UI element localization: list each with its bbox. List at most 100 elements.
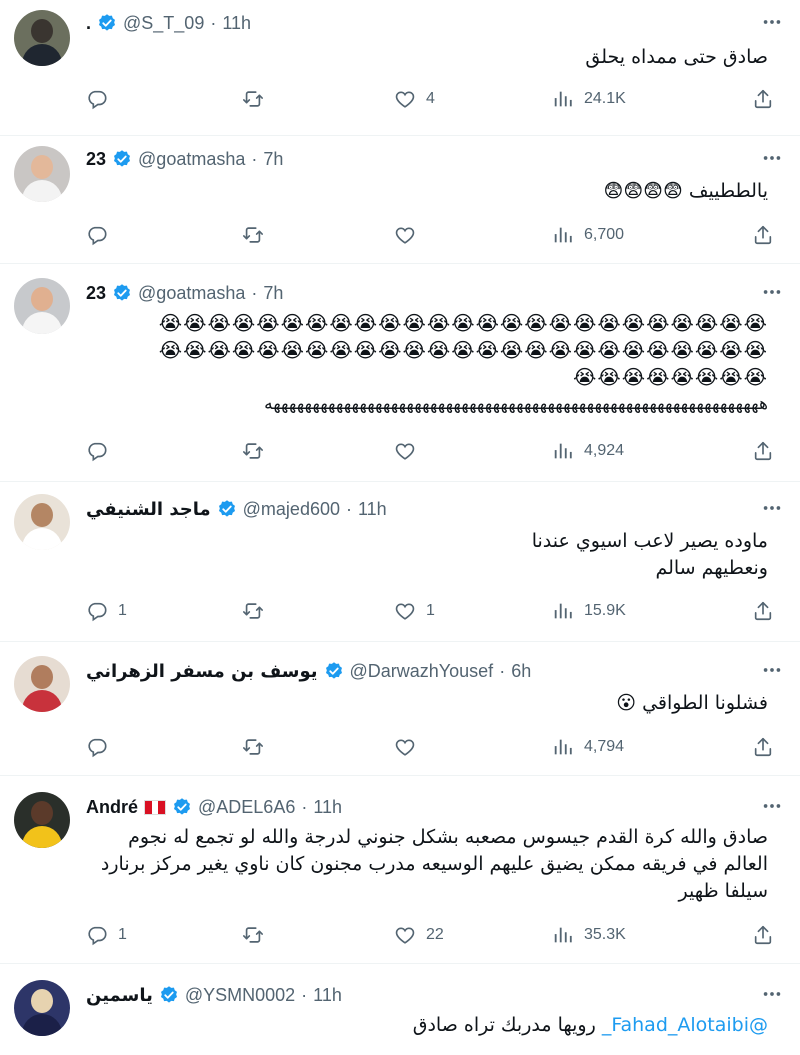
avatar[interactable]: [14, 278, 70, 334]
avatar[interactable]: [14, 980, 70, 1036]
more-icon[interactable]: [758, 146, 786, 170]
tweet-text: صادق حتى ممداه يحلق: [585, 46, 768, 68]
more-icon[interactable]: [758, 10, 786, 34]
display-name[interactable]: 23: [86, 283, 106, 304]
views-icon: [552, 88, 574, 110]
text-line: العالم في فريقه ممكن يضيق عليهم الوسيعه …: [100, 853, 768, 875]
tweet-header: يوسف بن مسفر الزهراني @DarwazhYousef · 6…: [86, 658, 531, 684]
reply-button[interactable]: 1: [86, 920, 127, 950]
tweet[interactable]: 23 @goatmasha · 7h 😭😭😭😭😭😭😭😭😭😭😭😭😭😭😭😭😭😭😭😭😭…: [0, 264, 800, 482]
avatar[interactable]: [14, 792, 70, 848]
user-handle[interactable]: @majed600: [243, 499, 340, 520]
share-button[interactable]: [752, 920, 774, 950]
views-button[interactable]: 35.3K: [552, 920, 626, 950]
verified-badge-icon: [112, 149, 132, 169]
more-icon[interactable]: [758, 280, 786, 304]
reply-button[interactable]: [86, 220, 118, 250]
views-button[interactable]: 4,794: [552, 732, 624, 762]
share-button[interactable]: [752, 436, 774, 466]
retweet-button[interactable]: [242, 220, 274, 250]
retweet-button[interactable]: [242, 920, 274, 950]
like-button[interactable]: 4: [394, 84, 435, 114]
reply-button[interactable]: [86, 436, 118, 466]
share-button[interactable]: [752, 596, 774, 626]
display-name[interactable]: André: [86, 797, 138, 818]
like-button[interactable]: 22: [394, 920, 444, 950]
avatar[interactable]: [14, 494, 70, 550]
retweet-button[interactable]: [242, 596, 274, 626]
reply-button[interactable]: [86, 732, 118, 762]
like-button[interactable]: [394, 732, 426, 762]
timestamp[interactable]: 7h: [263, 283, 283, 304]
tweet[interactable]: يوسف بن مسفر الزهراني @DarwazhYousef · 6…: [0, 642, 800, 776]
user-handle[interactable]: @ADEL6A6: [198, 797, 295, 818]
user-handle[interactable]: @goatmasha: [138, 149, 245, 170]
mention-link[interactable]: @Fahad_Alotaibi_: [602, 1014, 768, 1036]
views-button[interactable]: 15.9K: [552, 596, 626, 626]
display-name[interactable]: 23: [86, 149, 106, 170]
view-count: 24.1K: [584, 90, 626, 107]
like-button[interactable]: [394, 220, 426, 250]
tweet-header: . @S_T_09 · 11h: [86, 10, 251, 36]
display-name[interactable]: .: [86, 13, 91, 34]
retweet-icon: [242, 924, 264, 946]
tweet[interactable]: . @S_T_09 · 11h صادق حتى ممداه يحلق 4 24…: [0, 0, 800, 136]
retweet-button[interactable]: [242, 84, 274, 114]
avatar[interactable]: [14, 656, 70, 712]
timestamp[interactable]: 11h: [313, 797, 342, 818]
tweet-text: فشلونا الطواقي 😮: [616, 692, 768, 714]
text-line: ماوده يصير لاعب اسيوي عندنا: [531, 530, 768, 552]
views-button[interactable]: 6,700: [552, 220, 624, 250]
tweet[interactable]: ماجد الشنيفي @majed600 · 11h ماوده يصير …: [0, 482, 800, 642]
like-button[interactable]: [394, 436, 426, 466]
more-icon[interactable]: [758, 794, 786, 818]
share-icon: [752, 600, 774, 622]
views-button[interactable]: 4,924: [552, 436, 624, 466]
tweet[interactable]: 23 @goatmasha · 7h يالططييف 😨😨😨😨 6,700: [0, 136, 800, 264]
views-icon: [552, 736, 574, 758]
display-name[interactable]: ياسمين: [86, 985, 153, 1006]
reply-button[interactable]: 1: [86, 596, 127, 626]
retweet-button[interactable]: [242, 732, 274, 762]
timestamp[interactable]: 11h: [358, 499, 387, 520]
verified-badge-icon: [217, 499, 237, 519]
reply-icon: [86, 88, 108, 110]
timestamp[interactable]: 7h: [263, 149, 283, 170]
user-handle[interactable]: @YSMN0002: [185, 985, 295, 1006]
timestamp[interactable]: 11h: [313, 985, 342, 1006]
like-button[interactable]: 1: [394, 596, 435, 626]
share-button[interactable]: [752, 732, 774, 762]
reply-count: 1: [118, 926, 127, 943]
tweet-actions: 6,700: [86, 220, 786, 250]
avatar[interactable]: [14, 146, 70, 202]
more-icon[interactable]: [758, 982, 786, 1006]
more-icon[interactable]: [758, 496, 786, 520]
laughter-line: هههههههههههههههههههههههههههههههههههههههه…: [264, 394, 768, 414]
tweet-text: ماوده يصير لاعب اسيوي عندنا ونعطيهم سالم: [78, 528, 768, 582]
more-icon[interactable]: [758, 658, 786, 682]
share-button[interactable]: [752, 84, 774, 114]
retweet-button[interactable]: [242, 436, 274, 466]
avatar[interactable]: [14, 10, 70, 66]
reply-button[interactable]: [86, 84, 118, 114]
retweet-icon: [242, 600, 264, 622]
display-name[interactable]: يوسف بن مسفر الزهراني: [86, 661, 318, 682]
tweet-header: 23 @goatmasha · 7h: [86, 280, 283, 306]
timestamp[interactable]: 6h: [511, 661, 531, 682]
like-count: 4: [426, 90, 435, 107]
separator-dot: ·: [251, 282, 258, 303]
views-button[interactable]: 24.1K: [552, 84, 626, 114]
user-handle[interactable]: @DarwazhYousef: [350, 661, 494, 682]
peru-flag-icon: [144, 799, 167, 815]
user-handle[interactable]: @goatmasha: [138, 283, 245, 304]
emoji-line: 😭😭😭😭😭😭😭😭😭😭😭😭😭😭😭😭😭😭😭😭😭😭😭😭😭: [158, 338, 768, 362]
heart-icon: [394, 88, 416, 110]
share-button[interactable]: [752, 220, 774, 250]
tweet[interactable]: André @ADEL6A6 · 11h صادق والله كرة القد…: [0, 776, 800, 964]
timestamp[interactable]: 11h: [222, 13, 251, 34]
user-handle[interactable]: @S_T_09: [123, 13, 204, 34]
retweet-icon: [242, 224, 264, 246]
display-name[interactable]: ماجد الشنيفي: [86, 499, 211, 520]
tweet[interactable]: ياسمين @YSMN0002 · 11h @Fahad_Alotaibi_ …: [0, 964, 800, 1055]
text-line: سيلفا ظهير: [678, 880, 768, 902]
